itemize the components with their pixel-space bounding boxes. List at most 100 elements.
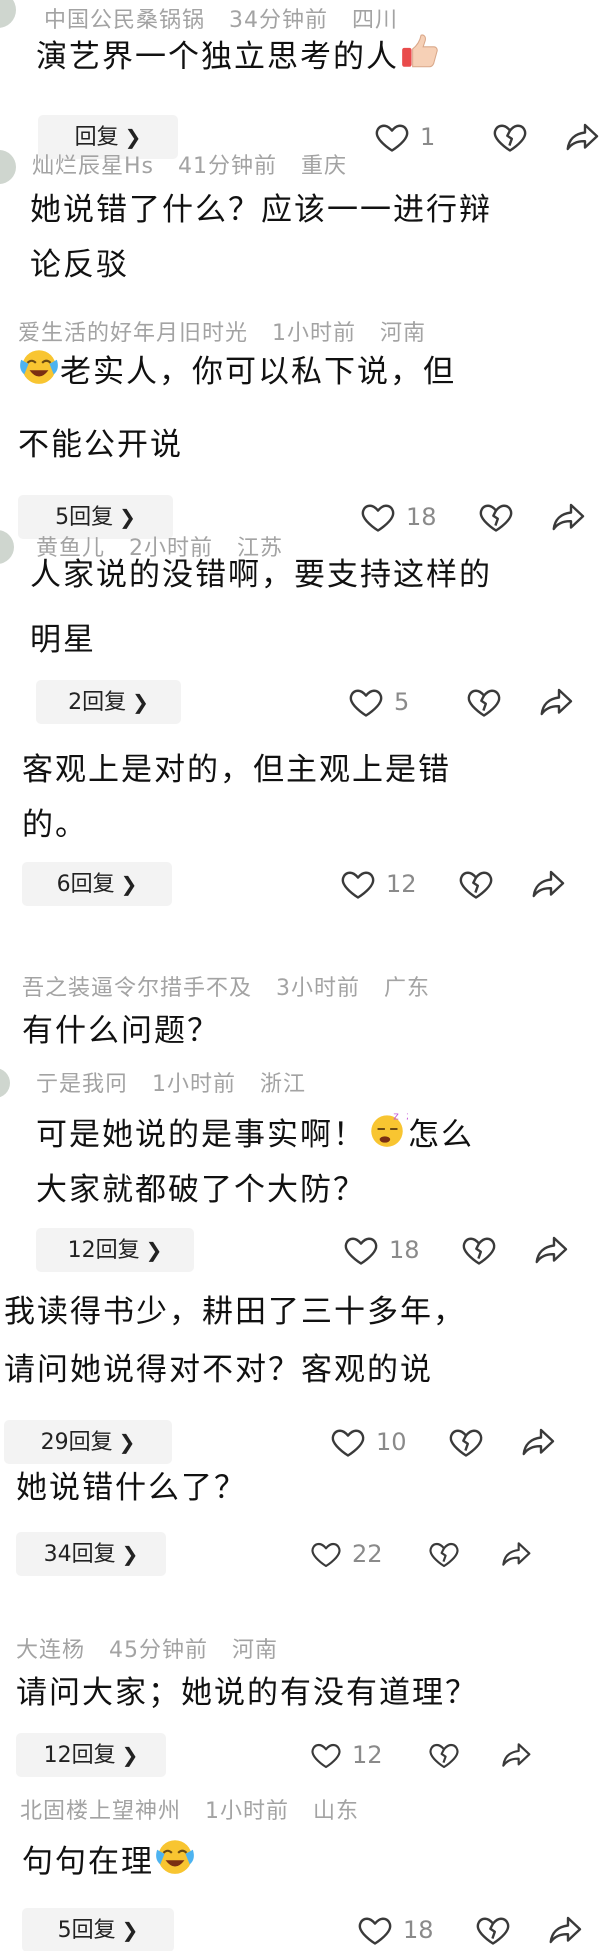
like-button[interactable]: 1 bbox=[374, 115, 435, 159]
heart-outline-icon bbox=[340, 866, 376, 902]
share-arrow-icon bbox=[520, 1424, 556, 1460]
chevron-right-icon: ❯ bbox=[121, 1918, 139, 1942]
comment-text: 有什么问题？ bbox=[22, 1013, 220, 1049]
broken-heart-icon bbox=[492, 119, 528, 155]
share-button[interactable] bbox=[500, 1733, 532, 1777]
reply-button[interactable]: 12回复 ❯ bbox=[16, 1733, 166, 1777]
username[interactable]: 灿烂辰星Hs bbox=[32, 154, 154, 179]
location: 河南 bbox=[231, 1638, 278, 1663]
location: 河南 bbox=[379, 321, 426, 346]
dislike-button[interactable] bbox=[458, 862, 494, 906]
dislike-button[interactable] bbox=[428, 1532, 460, 1576]
reply-button[interactable]: 34回复 ❯ bbox=[16, 1532, 166, 1576]
like-count: 18 bbox=[403, 1916, 434, 1944]
reply-label: 5回复 bbox=[57, 1918, 116, 1943]
share-arrow-icon bbox=[500, 1538, 532, 1570]
reply-label: 5回复 bbox=[55, 505, 114, 530]
avatar[interactable] bbox=[0, 1068, 10, 1098]
timestamp: 1小时前 bbox=[152, 1072, 236, 1097]
like-button[interactable]: 12 bbox=[310, 1733, 383, 1777]
share-button[interactable] bbox=[547, 1908, 583, 1951]
reply-button[interactable]: 5回复 ❯ bbox=[22, 1908, 174, 1951]
dislike-button[interactable] bbox=[428, 1733, 460, 1777]
heart-outline-icon bbox=[348, 684, 384, 720]
username[interactable]: 大连杨 bbox=[16, 1638, 85, 1663]
timestamp: 45分钟前 bbox=[109, 1638, 208, 1663]
avatar[interactable] bbox=[0, 150, 16, 184]
location: 重庆 bbox=[300, 154, 347, 179]
like-button[interactable]: 12 bbox=[340, 862, 417, 906]
share-button[interactable] bbox=[564, 115, 600, 159]
comment-text: 我读得书少，耕田了三十多年， bbox=[4, 1294, 466, 1330]
avatar[interactable] bbox=[0, 530, 14, 564]
username[interactable]: 北固楼上望神州 bbox=[20, 1799, 181, 1824]
reply-label: 回复 bbox=[74, 125, 119, 150]
username[interactable]: 爱生活的好年月旧时光 bbox=[18, 321, 248, 346]
comment-text-line2: 请问她说得对不对？客观的说 bbox=[4, 1352, 433, 1388]
dislike-button[interactable] bbox=[461, 1228, 497, 1272]
share-button[interactable] bbox=[500, 1532, 532, 1576]
dislike-button[interactable] bbox=[492, 115, 528, 159]
comment-meta: 北固楼上望神州 1小时前 山东 bbox=[20, 1793, 359, 1825]
share-arrow-icon bbox=[500, 1739, 532, 1771]
comment-meta: 亍是我冋 1小时前 浙江 bbox=[36, 1066, 306, 1098]
reply-button[interactable]: 6回复 ❯ bbox=[22, 862, 172, 906]
timestamp: 1小时前 bbox=[205, 1799, 289, 1824]
like-button[interactable]: 18 bbox=[343, 1228, 420, 1272]
timestamp: 1小时前 bbox=[272, 321, 356, 346]
heart-outline-icon bbox=[330, 1424, 366, 1460]
like-button[interactable]: 18 bbox=[357, 1908, 434, 1951]
username[interactable]: 亍是我冋 bbox=[36, 1072, 128, 1097]
broken-heart-icon bbox=[428, 1739, 460, 1771]
share-button[interactable] bbox=[538, 680, 574, 724]
chevron-right-icon: ❯ bbox=[121, 1743, 139, 1767]
reply-label: 6回复 bbox=[56, 872, 115, 897]
username[interactable]: 吾之装逼令尔措手不及 bbox=[22, 976, 252, 1001]
like-button[interactable]: 5 bbox=[348, 680, 409, 724]
chevron-right-icon: ❯ bbox=[118, 1430, 136, 1454]
share-button[interactable] bbox=[530, 862, 566, 906]
dislike-button[interactable] bbox=[466, 680, 502, 724]
heart-outline-icon bbox=[374, 119, 410, 155]
location: 广东 bbox=[383, 976, 430, 1001]
comment-meta: 大连杨 45分钟前 河南 bbox=[16, 1632, 278, 1664]
comment-text: 可是她说的是事实啊！z z怎么 bbox=[36, 1108, 474, 1165]
location: 浙江 bbox=[259, 1072, 306, 1097]
share-button[interactable] bbox=[550, 495, 586, 539]
share-arrow-icon bbox=[538, 684, 574, 720]
comment-text: 演艺界一个独立思考的人 bbox=[36, 30, 441, 87]
dislike-button[interactable] bbox=[478, 495, 514, 539]
timestamp: 3小时前 bbox=[276, 976, 360, 1001]
avatar[interactable] bbox=[0, 0, 16, 28]
broken-heart-icon bbox=[461, 1232, 497, 1268]
comment-text: 客观上是对的，但主观上是错 bbox=[22, 752, 451, 788]
heart-outline-icon bbox=[310, 1538, 342, 1570]
crying-laughing-emoji-icon bbox=[154, 1835, 196, 1892]
chevron-right-icon: ❯ bbox=[145, 1238, 163, 1262]
dislike-button[interactable] bbox=[448, 1420, 484, 1464]
reply-button[interactable]: 2回复 ❯ bbox=[36, 680, 181, 724]
broken-heart-icon bbox=[478, 499, 514, 535]
reply-button[interactable]: 29回复 ❯ bbox=[4, 1420, 172, 1464]
heart-outline-icon bbox=[357, 1912, 393, 1948]
comment-text: 她说错了什么？应该一一进行辩 bbox=[30, 192, 492, 228]
comment-text: 句句在理 bbox=[22, 1835, 196, 1892]
like-button[interactable]: 10 bbox=[330, 1420, 407, 1464]
heart-outline-icon bbox=[310, 1739, 342, 1771]
share-button[interactable] bbox=[520, 1420, 556, 1464]
share-arrow-icon bbox=[564, 119, 600, 155]
broken-heart-icon bbox=[448, 1424, 484, 1460]
reply-label: 34回复 bbox=[43, 1542, 116, 1567]
comment-text-line2: 明星 bbox=[30, 622, 96, 658]
reply-label: 12回复 bbox=[43, 1743, 116, 1768]
share-button[interactable] bbox=[533, 1228, 569, 1272]
reply-button[interactable]: 12回复 ❯ bbox=[36, 1228, 194, 1272]
location: 山东 bbox=[312, 1799, 359, 1824]
like-count: 1 bbox=[420, 123, 436, 151]
like-button[interactable]: 22 bbox=[310, 1532, 383, 1576]
thumbs-up-emoji-icon bbox=[399, 30, 441, 87]
comment-text: 她说错什么了？ bbox=[16, 1470, 247, 1506]
like-count: 22 bbox=[352, 1540, 383, 1568]
like-button[interactable]: 18 bbox=[360, 495, 437, 539]
dislike-button[interactable] bbox=[475, 1908, 511, 1951]
